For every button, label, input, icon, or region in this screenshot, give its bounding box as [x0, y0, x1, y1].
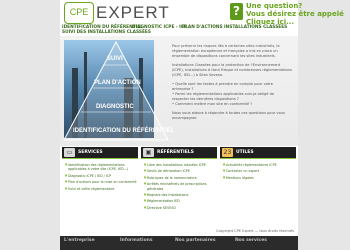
intro-paragraph: Pour prévenir les risques liés à certain… [172, 44, 280, 58]
list-item[interactable]: Actualités réglementaires ICPE [223, 163, 295, 168]
list-item[interactable]: Diagnostic ICPE / IED / ICP [65, 174, 137, 179]
column-title: RÉFÉRENTIELS [157, 150, 194, 155]
main-nav: IDENTIFICATION DU RÉFÉRENTIEL DIAGNOSTIC… [60, 24, 298, 35]
intro-paragraph: Nous vous aidons à répondre à toutes ces… [172, 111, 285, 120]
column-utiles: 23 UTILES Actualités réglementaires ICPE… [220, 147, 296, 220]
list-item[interactable]: Arrêtés ministériels de prescriptions gé… [144, 182, 216, 191]
column-list: Actualités réglementaires ICPE Contacter… [223, 163, 295, 182]
pyramid-labels: SUIVI PLAN D'ACTION DIAGNOSTIC IDENTIFIC… [60, 36, 174, 146]
column-header: ▣ RÉFÉRENTIELS [141, 147, 217, 159]
column-header: ▭ SERVICES [62, 147, 138, 159]
list-item[interactable]: Directive SEVESO [144, 206, 216, 211]
nav-item-suivi[interactable]: SUIVI DES INSTALLATIONS CLASSÉES [62, 30, 151, 35]
intro-question: • Parmi les réglementations applicables … [172, 92, 275, 101]
nav-item-plan-actions[interactable]: PLAN D'ACTIONS INSTALLATIONS CLASSÉES [182, 25, 287, 30]
list-item[interactable]: Identification des réglementations appli… [65, 163, 137, 172]
footer-link-services[interactable]: Nos services [235, 238, 267, 243]
callback-request[interactable]: ? Une question? Vous désirez être appelé… [230, 1, 350, 26]
intro-paragraph: Installations Classées pour la protectio… [172, 63, 292, 77]
site-footer: L'entreprise Informations Nos partenaire… [60, 236, 298, 250]
list-item[interactable]: Seuils de déclaration ICPE [144, 169, 216, 174]
site-header: CPE EXPERT ? Une question? Vous désirez … [60, 0, 344, 26]
intro-question: • Comment mettre mon site en conformité … [172, 102, 253, 106]
list-item[interactable]: Liste des installations classées ICPE [144, 163, 216, 168]
hero-section: SUIVI PLAN D'ACTION DIAGNOSTIC IDENTIFIC… [60, 36, 298, 146]
column-list: Identification des réglementations appli… [65, 163, 137, 193]
pyramid-level-identification[interactable]: IDENTIFICATION DU RÉFÉRENTIEL [73, 128, 174, 134]
monitor-icon: ▭ [64, 148, 75, 157]
callback-line-1: Une question? [246, 2, 303, 10]
pyramid-level-plan[interactable]: PLAN D'ACTION [94, 80, 141, 86]
list-item[interactable]: Rubriques de la nomenclature [144, 176, 216, 181]
question-icon: ? [230, 3, 243, 20]
list-item[interactable]: Plan d'actions pour la mise en conformit… [65, 180, 137, 185]
column-title: SERVICES [78, 150, 103, 155]
page-container: CPE EXPERT ? Une question? Vous désirez … [60, 0, 344, 250]
list-item[interactable]: Mentions légales [223, 176, 295, 181]
pyramid-level-diagnostic[interactable]: DIAGNOSTIC [96, 104, 134, 110]
logo-name: EXPERT [96, 3, 170, 22]
copyright-text: Copyright CPE Expert — tous droits réser… [216, 229, 294, 233]
footer-link-partenaires[interactable]: Nos partenaires [175, 238, 216, 243]
info-columns: ▭ SERVICES Identification des réglementa… [60, 147, 298, 220]
intro-text: Pour prévenir les risques liés à certain… [172, 44, 292, 125]
column-services: ▭ SERVICES Identification des réglementa… [62, 147, 138, 220]
logo-mark: CPE [64, 2, 94, 24]
list-item[interactable]: Réglementation IED [144, 199, 216, 204]
site-logo[interactable]: CPE EXPERT [64, 2, 174, 24]
footer-link-informations[interactable]: Informations [120, 238, 153, 243]
screen-icon: ▣ [143, 148, 154, 157]
column-header: 23 UTILES [220, 147, 296, 159]
list-item[interactable]: Registre des installations [144, 193, 216, 198]
copyright-bar: Copyright CPE Expert — tous droits réser… [60, 228, 298, 236]
footer-link-entreprise[interactable]: L'entreprise [64, 238, 95, 243]
column-list: Liste des installations classées ICPE Se… [144, 163, 216, 212]
column-referentiels: ▣ RÉFÉRENTIELS Liste des installations c… [141, 147, 217, 220]
calendar-icon: 23 [222, 148, 233, 157]
list-item[interactable]: Contacter un expert [223, 169, 295, 174]
intro-questions: • Quelle sont les textes à prendre en co… [172, 82, 292, 107]
column-title: UTILES [236, 150, 254, 155]
intro-question: • Quelle sont les textes à prendre en co… [172, 82, 273, 91]
pyramid-level-suivi[interactable]: SUIVI [107, 56, 123, 62]
callback-line-2: Vous désirez être appelé [246, 10, 344, 18]
list-item[interactable]: Suivi et veille réglementaire [65, 187, 137, 192]
callback-text: Une question? Vous désirez être appelé C… [246, 2, 344, 26]
